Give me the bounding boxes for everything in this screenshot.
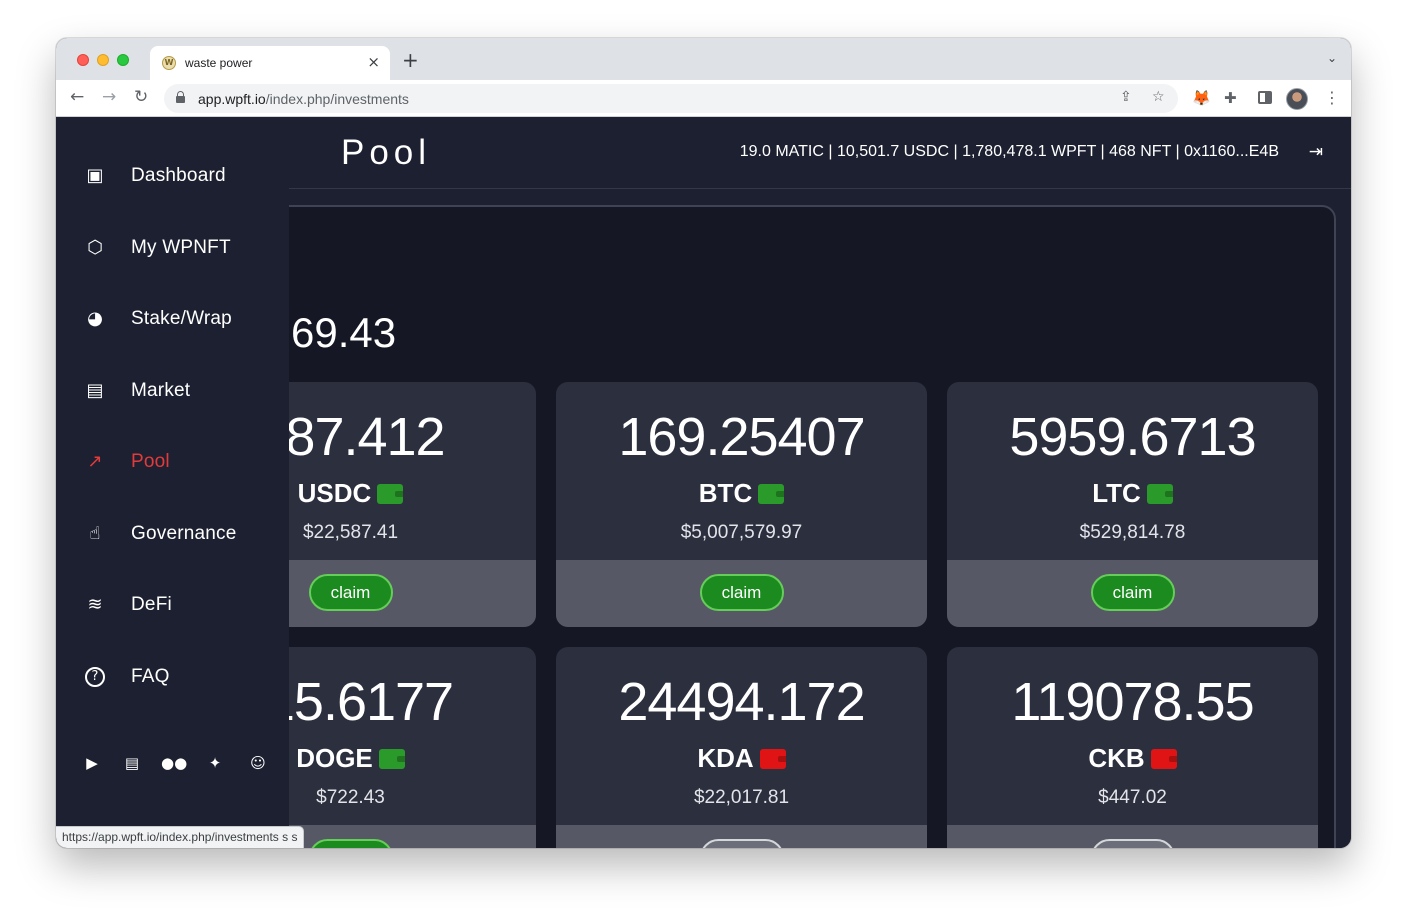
favicon-icon: W [162,56,176,70]
wallet-icon[interactable] [377,483,404,504]
book-icon[interactable]: ▤ [120,754,144,778]
sidebar-item-label: My WPNFT [131,237,231,258]
lock-icon[interactable] [176,91,185,103]
chart-line-icon: ↗ [87,451,103,472]
card-symbol: BTC [698,478,753,508]
url-text[interactable]: app.wpft.io/index.php/investments [198,91,409,107]
card-usd-value: $5,007,579.97 [680,522,803,543]
card-symbol: USDC [297,478,372,508]
sidebar-item-market[interactable]: ▤ Market [56,370,289,410]
page-title: Pool [341,133,432,172]
new-tab-button[interactable]: + [402,48,419,72]
card-symbol: DOGE [296,743,373,773]
sidebar-item-label: Pool [131,451,170,472]
sidebar-item-label: Dashboard [131,165,226,186]
sidebar-item-label: DeFi [131,594,172,615]
browser-toolbar: ← → ↻ app.wpft.io/index.php/investments … [56,80,1351,117]
card-footer [947,825,1318,848]
claim-button[interactable]: claim [699,574,784,611]
sidebar-item-defi[interactable]: ≋ DeFi [56,584,289,624]
card-footer: claim [947,560,1318,627]
question-circle-icon: ? [85,667,105,687]
card-symbol: KDA [697,743,754,773]
page-header: Pool 19.0 MATIC | 10,501.7 USDC | 1,780,… [289,117,1351,189]
card-amount: 119078.55 [1011,672,1254,732]
card-usd-value: $447.02 [1098,787,1167,808]
pool-card-ltc: 5959.6713 LTC $529,814.78 claim [947,382,1318,627]
back-icon[interactable]: ← [70,87,84,107]
dashboard-icon: ▣ [86,165,104,186]
discord-icon[interactable]: ☺ [246,754,270,778]
card-amount: 5959.6713 [1009,407,1256,467]
wallet-balances: 19.0 MATIC | 10,501.7 USDC | 1,780,478.1… [739,143,1279,160]
card-symbol: CKB [1088,743,1145,773]
browser-tab[interactable]: W waste power × [150,46,390,80]
bookmark-star-icon[interactable]: ☆ [1152,89,1165,105]
pool-card-btc: 169.25407 BTC $5,007,579.97 claim [556,382,927,627]
tab-strip: W waste power × + ⌄ [56,38,1351,80]
sidebar-item-label: Stake/Wrap [131,308,232,329]
tab-search-icon[interactable]: ⌄ [1327,51,1337,65]
sidebar-item-label: Governance [131,523,237,544]
wallet-icon[interactable] [758,483,785,504]
sidebar-item-faq[interactable]: ? FAQ [56,656,289,696]
sidebar-item-dashboard[interactable]: ▣ Dashboard [56,155,289,195]
sidebar-item-pool[interactable]: ↗ Pool [56,441,289,481]
sidebar: ▣ Dashboard ⬡ My WPNFT ◕ Stake/Wrap ▤ Ma… [56,117,289,848]
close-window-button[interactable] [77,54,89,66]
card-footer [556,825,927,848]
logout-icon[interactable]: ⇥ [1309,142,1323,162]
store-icon: ▤ [86,380,104,401]
nft-icon: ⬡ [87,237,103,258]
claim-button[interactable]: claim [308,574,393,611]
thumbs-up-icon: ☝ [89,523,101,544]
medium-icon[interactable]: ●● [161,754,187,778]
card-footer: claim [556,560,927,627]
wallet-icon[interactable] [378,748,405,769]
card-usd-value: $529,814.78 [1079,522,1186,543]
twitter-icon[interactable]: ✦ [203,754,227,778]
wallet-icon[interactable] [1150,748,1177,769]
metamask-fox-icon[interactable]: 🦊 [1192,89,1211,107]
card-symbol: LTC [1092,478,1141,508]
extensions-puzzle-icon[interactable]: ✚ [1224,89,1237,107]
profile-avatar[interactable] [1286,88,1308,110]
sidebar-item-governance[interactable]: ☝ Governance [56,513,289,553]
browser-window: W waste power × + ⌄ ← → ↻ app.wpft.io/in… [56,38,1351,848]
globe-icon: ◕ [87,308,103,329]
browser-menu-icon[interactable]: ⋮ [1324,88,1340,107]
tab-title: waste power [185,56,253,70]
url-host: app.wpft.io [198,91,266,107]
card-usd-value: $22,017.81 [693,787,790,808]
coins-icon: ≋ [87,594,103,615]
maximize-window-button[interactable] [117,54,129,66]
minimize-window-button[interactable] [97,54,109,66]
claim-button[interactable] [308,839,393,848]
web-page: Pool 19.0 MATIC | 10,501.7 USDC | 1,780,… [56,117,1351,848]
share-icon[interactable]: ⇪ [1120,89,1132,105]
claim-button[interactable] [699,839,784,848]
sidebar-item-my-wpnft[interactable]: ⬡ My WPNFT [56,227,289,267]
youtube-icon[interactable]: ▶ [80,754,104,778]
card-amount: 169.25407 [618,407,865,467]
wallet-icon[interactable] [1146,483,1173,504]
url-path: /index.php/investments [265,91,409,107]
sidebar-item-label: FAQ [131,666,170,687]
reload-icon[interactable]: ↻ [134,87,148,107]
claim-button[interactable]: claim [1090,574,1175,611]
address-bar[interactable]: app.wpft.io/index.php/investments ⇪ ☆ [164,84,1178,113]
close-tab-icon[interactable]: × [367,53,380,71]
sidebar-item-label: Market [131,380,191,401]
pool-card-ckb: 119078.55 CKB $447.02 [947,647,1318,848]
card-amount: 24494.172 [618,672,865,732]
side-panel-icon[interactable] [1258,91,1272,104]
wallet-icon[interactable] [759,748,786,769]
pool-card-kda: 24494.172 KDA $22,017.81 [556,647,927,848]
sidebar-item-stake-wrap[interactable]: ◕ Stake/Wrap [56,298,289,338]
forward-icon[interactable]: → [102,87,116,107]
claim-button[interactable] [1090,839,1175,848]
link-status-bar: https://app.wpft.io/index.php/investment… [56,826,305,848]
